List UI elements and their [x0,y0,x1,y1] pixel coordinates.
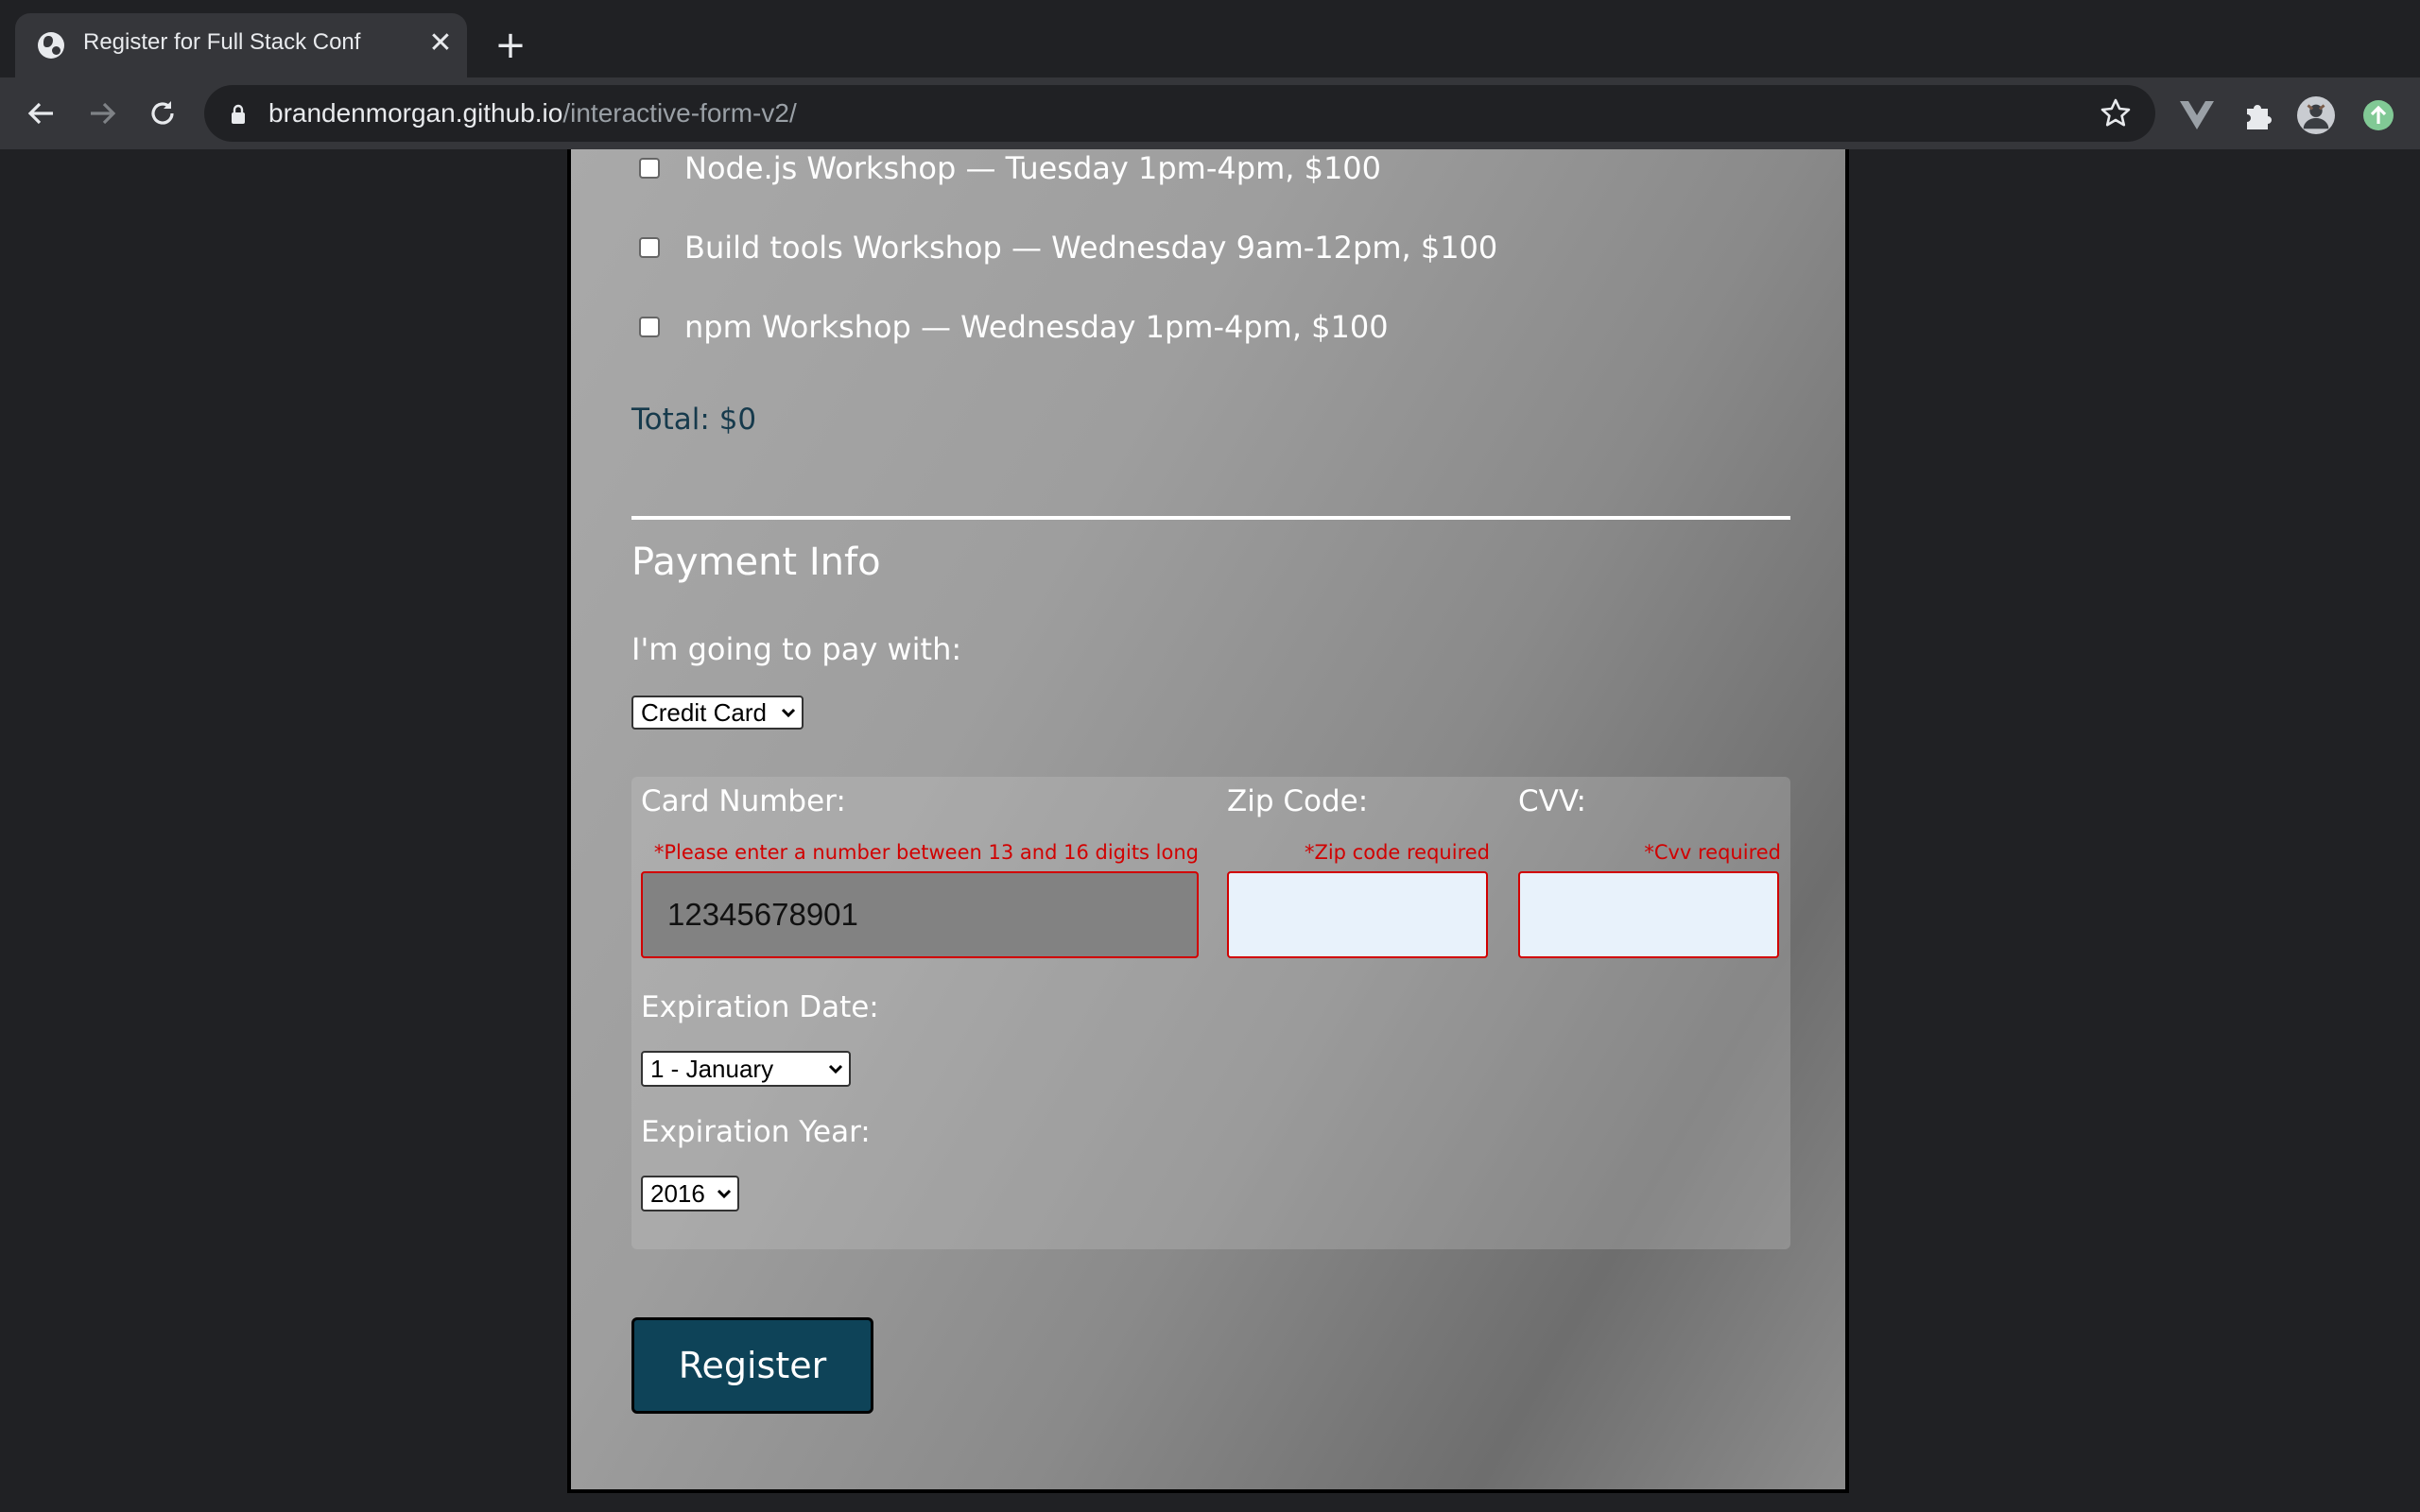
forward-arrow-icon[interactable] [81,93,123,134]
url-path: /interactive-form-v2/ [562,98,797,128]
payment-section-title: Payment Info [631,541,881,584]
lock-icon [232,104,245,124]
globe-icon [38,32,64,59]
address-bar[interactable]: brandenmorgan.github.io/interactive-form… [204,85,2155,142]
payment-method-value: Credit Card [641,697,767,727]
expiration-year-value: 2016 [650,1178,705,1208]
puzzle-extensions-icon[interactable] [2238,96,2276,134]
expiration-date-label: Expiration Date: [641,990,879,1024]
tab-title: Register for Full Stack Conf [83,29,361,55]
page-viewport: Node.js Workshop — Tuesday 1pm-4pm, $100… [0,149,2420,1512]
update-arrow-icon[interactable] [2360,96,2397,134]
registration-form: Node.js Workshop — Tuesday 1pm-4pm, $100… [567,149,1849,1493]
browser-tabstrip: Register for Full Stack Conf ✕ + [0,0,2420,77]
expiration-month-select[interactable]: 1 - January [641,1051,851,1087]
profile-avatar[interactable] [2297,96,2335,134]
chevron-down-icon [781,708,796,718]
register-button[interactable]: Register [631,1317,873,1414]
activity-item[interactable]: Node.js Workshop — Tuesday 1pm-4pm, $100 [639,149,1381,187]
cvv-input[interactable] [1518,871,1779,958]
credit-card-fields: Card Number: Zip Code: CVV: *Please ente… [631,777,1790,1249]
activity-item[interactable]: npm Workshop — Wednesday 1pm-4pm, $100 [639,308,1389,346]
card-number-value: 12345678901 [667,897,858,932]
cvv-label: CVV: [1518,784,1586,818]
zip-code-input[interactable] [1227,871,1488,958]
activity-label: Build tools Workshop — Wednesday 9am-12p… [684,230,1498,266]
chevron-down-icon [828,1064,843,1074]
new-tab-button[interactable]: + [492,26,529,64]
vue-extension-icon[interactable] [2178,96,2216,134]
section-divider [631,516,1790,520]
chevron-down-icon [717,1189,732,1199]
back-arrow-icon[interactable] [21,93,62,134]
payment-method-select[interactable]: Credit Card [631,696,804,730]
payment-method-label: I'm going to pay with: [631,631,962,667]
activity-checkbox[interactable] [639,317,660,337]
reload-icon[interactable] [142,93,183,134]
activity-item[interactable]: Build tools Workshop — Wednesday 9am-12p… [639,229,1497,266]
expiration-year-label: Expiration Year: [641,1115,871,1149]
card-number-label: Card Number: [641,784,846,818]
zip-code-label: Zip Code: [1227,784,1369,818]
zip-code-error: *Zip code required [1304,841,1490,864]
url-text: brandenmorgan.github.io/interactive-form… [268,98,797,129]
tab-close-icon[interactable]: ✕ [424,26,458,60]
expiration-month-value: 1 - January [650,1054,774,1083]
activity-label: npm Workshop — Wednesday 1pm-4pm, $100 [684,309,1389,345]
card-number-error: *Please enter a number between 13 and 16… [653,841,1199,864]
expiration-year-select[interactable]: 2016 [641,1176,739,1211]
url-host: brandenmorgan.github.io [268,98,563,128]
bookmark-star-icon[interactable] [2099,96,2133,130]
activity-label: Node.js Workshop — Tuesday 1pm-4pm, $100 [684,150,1382,186]
card-number-input[interactable]: 12345678901 [641,871,1199,958]
cvv-error: *Cvv required [1644,841,1781,864]
activity-checkbox[interactable] [639,237,660,258]
activity-checkbox[interactable] [639,158,660,179]
activities-total: Total: $0 [631,403,757,437]
browser-tab-active[interactable]: Register for Full Stack Conf ✕ [15,13,467,77]
browser-toolbar: brandenmorgan.github.io/interactive-form… [0,77,2420,149]
